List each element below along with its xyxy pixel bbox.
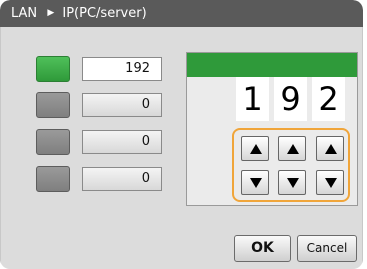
octet-2-field[interactable]: 0: [82, 93, 162, 117]
digit-tens: 9: [274, 77, 307, 121]
digit-hundreds: 1: [236, 77, 269, 121]
ok-button[interactable]: OK: [234, 235, 291, 262]
app: LAN ▶ IP(PC/server) 192 0 0 0 1 9 2 OK C…: [0, 0, 367, 269]
spin-button-group: [232, 128, 350, 202]
octet-1-select-button[interactable]: [36, 56, 70, 82]
title-lan: LAN: [11, 6, 38, 21]
title-bar: LAN ▶ IP(PC/server): [0, 0, 363, 27]
up-triangle-icon: [325, 144, 337, 154]
ones-down-button[interactable]: [316, 170, 344, 195]
octet-2-select-button[interactable]: [36, 92, 70, 118]
octet-3-select-button[interactable]: [36, 129, 70, 155]
hundreds-up-button[interactable]: [241, 136, 269, 161]
up-triangle-icon: [250, 144, 262, 154]
down-triangle-icon: [250, 178, 262, 188]
octet-4-select-button[interactable]: [36, 166, 70, 192]
octet-3-field[interactable]: 0: [82, 130, 162, 154]
ones-up-button[interactable]: [316, 136, 344, 161]
panel-header: [187, 53, 357, 77]
tens-up-button[interactable]: [278, 136, 306, 161]
right-triangle-icon: ▶: [47, 8, 55, 18]
up-triangle-icon: [287, 144, 299, 154]
digit-ones: 2: [312, 77, 345, 121]
down-triangle-icon: [325, 178, 337, 188]
octet-4-field[interactable]: 0: [82, 167, 162, 191]
title-ip: IP(PC/server): [62, 6, 147, 21]
tens-down-button[interactable]: [278, 170, 306, 195]
hundreds-down-button[interactable]: [241, 170, 269, 195]
octet-1-field[interactable]: 192: [82, 57, 162, 81]
ip-address-dialog: LAN ▶ IP(PC/server) 192 0 0 0 1 9 2 OK C…: [0, 0, 363, 269]
cancel-button[interactable]: Cancel: [297, 235, 357, 262]
down-triangle-icon: [287, 178, 299, 188]
